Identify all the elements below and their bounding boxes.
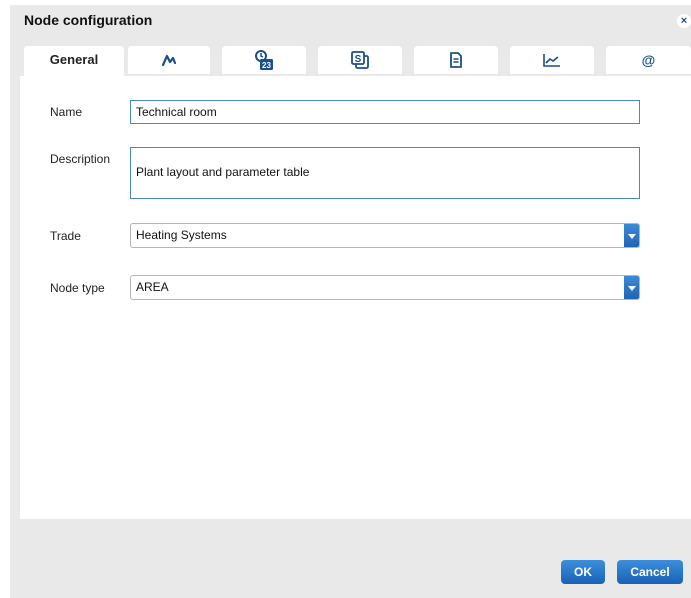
- trade-label: Trade: [50, 229, 81, 243]
- node-type-select[interactable]: AREA: [130, 275, 640, 300]
- description-field[interactable]: Plant layout and parameter table: [130, 147, 640, 199]
- chevron-down-icon[interactable]: [624, 276, 639, 299]
- close-icon[interactable]: ×: [677, 14, 691, 28]
- trend-curve-icon: [161, 54, 177, 66]
- chevron-down-icon[interactable]: [624, 224, 639, 247]
- tab-contact[interactable]: @: [606, 46, 691, 74]
- stacked-documents-icon: S: [351, 50, 369, 69]
- cancel-button[interactable]: Cancel: [617, 560, 683, 584]
- at-sign-icon: @: [641, 52, 656, 68]
- description-label: Description: [50, 152, 111, 166]
- tab-scripts[interactable]: S: [318, 46, 402, 74]
- tab-general-label: General: [49, 52, 99, 67]
- trade-select[interactable]: Heating Systems: [130, 223, 640, 248]
- stacked-documents-badge: S: [355, 54, 362, 65]
- dialog-title: Node configuration: [24, 12, 153, 28]
- line-chart-icon: [543, 53, 560, 67]
- node-type-label: Node type: [50, 281, 105, 295]
- tab-schedule[interactable]: 23: [222, 46, 306, 74]
- document-icon: [450, 51, 462, 68]
- calendar-clock-icon: 23: [255, 49, 273, 70]
- tab-chart[interactable]: [510, 46, 594, 74]
- tab-trend[interactable]: [128, 46, 210, 74]
- ok-button[interactable]: OK: [561, 560, 605, 584]
- calendar-badge: 23: [262, 61, 271, 70]
- name-field[interactable]: Technical room: [130, 100, 640, 124]
- tab-general[interactable]: General: [24, 46, 124, 76]
- tab-document[interactable]: [414, 46, 498, 74]
- node-type-select-value: AREA: [136, 280, 169, 294]
- name-label: Name: [50, 105, 83, 119]
- trade-select-value: Heating Systems: [136, 228, 227, 242]
